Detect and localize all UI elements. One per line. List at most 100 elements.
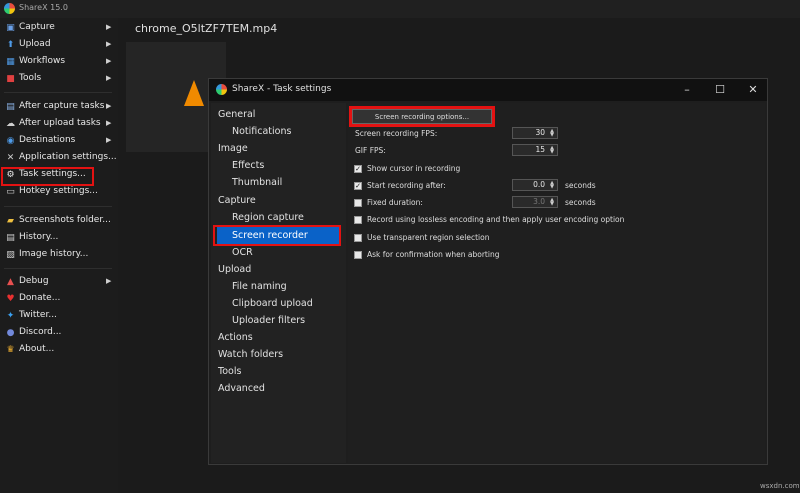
menu-item-discord[interactable]: ● Discord... [0,325,118,342]
fixed-duration-label: Fixed duration: [367,198,423,207]
file-name: chrome_O5ltZF7TEM.mp4 [135,22,278,35]
menu-separator [4,268,112,269]
menu-item-after-upload-tasks[interactable]: ☁ After upload tasks ▶ [0,116,118,133]
submenu-arrow-icon: ▶ [106,74,112,82]
spinner-arrows-icon[interactable]: ▲ ▼ [548,146,556,155]
submenu-arrow-icon: ▶ [106,40,112,48]
start-after-label: Start recording after: [367,181,446,190]
menu-item-destinations[interactable]: ◉ Destinations ▶ [0,133,118,150]
spinner-arrows-icon[interactable]: ▲ ▼ [548,129,556,138]
task-settings-titlebar: ShareX - Task settings – ☐ ✕ [209,79,767,101]
folder-icon: ▰ [7,216,14,226]
spinner-arrows-icon[interactable]: ▲ ▼ [548,181,556,190]
confirm-abort-checkbox[interactable] [354,251,362,259]
menu-item-application-settings[interactable]: ✕ Application settings... [0,150,118,167]
lossless-checkbox[interactable] [354,216,362,224]
menu-item-history[interactable]: ▤ History... [0,230,118,247]
nav-advanced[interactable]: Advanced [218,380,265,397]
nav-clipboard-upload[interactable]: Clipboard upload [232,295,313,312]
submenu-arrow-icon: ▶ [106,102,112,110]
menu-item-hotkey-settings[interactable]: ▭ Hotkey settings... [0,184,118,201]
close-button[interactable]: ✕ [745,82,761,98]
camera-icon: ▣ [6,23,15,33]
upload-arrow-icon: ⬆ [6,40,15,50]
task-settings-window: ShareX - Task settings – ☐ ✕ General Not… [208,78,768,465]
screen-recorder-highlight [213,225,341,246]
lossless-label: Record using lossless encoding and then … [367,215,625,224]
nav-file-naming[interactable]: File naming [232,278,287,295]
fixed-duration-input[interactable]: 3.0 ▲ ▼ [512,196,558,208]
nav-effects[interactable]: Effects [232,157,264,174]
fps-label: Screen recording FPS: [355,129,438,138]
settings-nav-tree: General Notifications Image Effects Thum… [211,103,346,463]
nav-image[interactable]: Image [218,140,248,157]
menu-item-workflows[interactable]: ▦ Workflows ▶ [0,54,118,71]
nav-region-capture[interactable]: Region capture [232,209,304,226]
menu-item-tools[interactable]: ■ Tools ▶ [0,71,118,88]
submenu-arrow-icon: ▶ [106,277,112,285]
menu-separator [4,92,112,93]
maximize-button[interactable]: ☐ [712,82,728,98]
after-upload-icon: ☁ [6,119,15,129]
nav-thumbnail[interactable]: Thumbnail [232,174,282,191]
submenu-arrow-icon: ▶ [106,136,112,144]
submenu-arrow-icon: ▶ [106,57,112,65]
menu-item-after-capture-tasks[interactable]: ▤ After capture tasks ▶ [0,99,118,116]
submenu-arrow-icon: ▶ [106,23,112,31]
options-button-highlight [349,106,495,127]
nav-capture[interactable]: Capture [218,192,256,209]
main-titlebar: ShareX 15.0 [0,0,800,18]
task-settings-highlight [1,167,94,186]
main-window-title: ShareX 15.0 [19,3,68,12]
nav-upload[interactable]: Upload [218,261,251,278]
twitter-icon: ✦ [6,311,15,321]
nav-tools[interactable]: Tools [218,363,241,380]
history-icon: ▤ [6,233,15,243]
nav-uploader-filters[interactable]: Uploader filters [232,312,305,329]
crown-icon: ♛ [6,345,15,355]
menu-item-upload[interactable]: ⬆ Upload ▶ [0,37,118,54]
fixed-duration-checkbox[interactable] [354,199,362,207]
toolbox-icon: ■ [6,74,15,84]
start-after-checkbox[interactable]: ✓ [354,182,362,190]
fps-input[interactable]: 30 ▲ ▼ [512,127,558,139]
main-menu: ▣ Capture ▶ ⬆ Upload ▶ ▦ Workflows ▶ ■ T… [0,18,118,493]
gif-fps-label: GIF FPS: [355,146,386,155]
transparent-region-label: Use transparent region selection [367,233,490,242]
transparent-region-checkbox[interactable] [354,234,362,242]
keyboard-icon: ▭ [6,187,15,197]
gif-fps-input[interactable]: 15 ▲ ▼ [512,144,558,156]
after-capture-icon: ▤ [6,102,15,112]
show-cursor-label: Show cursor in recording [367,164,461,173]
spinner-arrows-icon[interactable]: ▲ ▼ [548,198,556,207]
nav-notifications[interactable]: Notifications [232,123,291,140]
menu-item-image-history[interactable]: ▨ Image history... [0,247,118,264]
nav-general[interactable]: General [218,106,255,123]
menu-item-screenshots-folder[interactable]: ▰ Screenshots folder... [0,213,118,230]
task-settings-title: ShareX - Task settings [232,84,332,94]
screen-recorder-panel [348,103,765,463]
menu-item-debug[interactable]: ▲ Debug ▶ [0,274,118,291]
wrench-icon: ✕ [6,153,15,163]
menu-item-about[interactable]: ♛ About... [0,342,118,359]
sharex-logo-icon [4,3,15,14]
show-cursor-checkbox[interactable]: ✓ [354,165,362,173]
confirm-abort-label: Ask for confirmation when aborting [367,250,500,259]
discord-icon: ● [6,328,15,338]
menu-separator [4,206,112,207]
start-after-unit: seconds [565,181,596,190]
minimize-button[interactable]: – [679,82,695,98]
menu-item-twitter[interactable]: ✦ Twitter... [0,308,118,325]
workflow-icon: ▦ [6,57,15,67]
menu-item-donate[interactable]: ♥ Donate... [0,291,118,308]
fixed-duration-unit: seconds [565,198,596,207]
heart-icon: ♥ [6,294,15,304]
watermark: wsxdn.com [760,482,800,490]
vlc-cone-icon [184,80,204,106]
menu-item-capture[interactable]: ▣ Capture ▶ [0,20,118,37]
nav-watch-folders[interactable]: Watch folders [218,346,283,363]
start-after-input[interactable]: 0.0 ▲ ▼ [512,179,558,191]
image-history-icon: ▨ [6,250,15,260]
nav-actions[interactable]: Actions [218,329,253,346]
nav-ocr[interactable]: OCR [232,244,253,261]
